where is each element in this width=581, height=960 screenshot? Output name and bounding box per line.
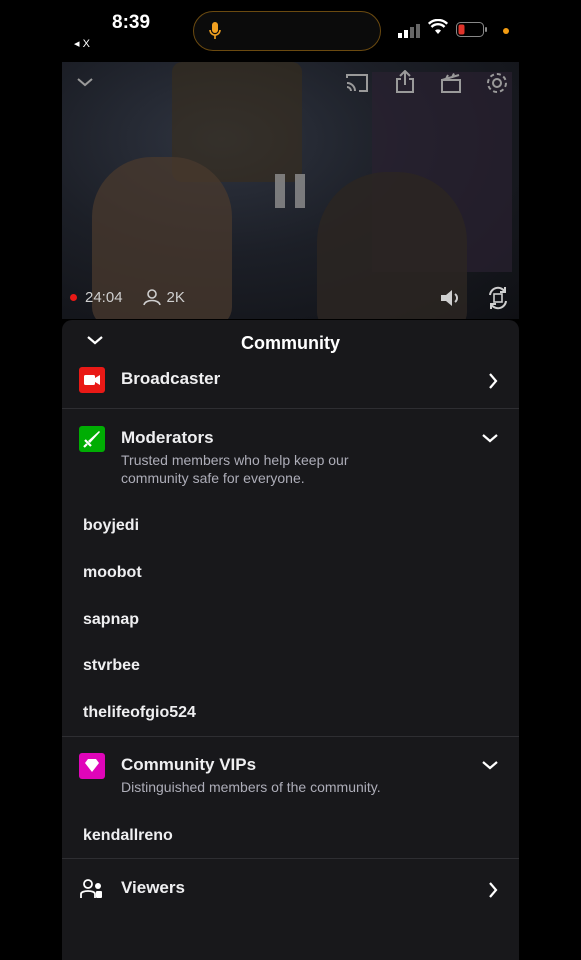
- divider: [62, 736, 519, 737]
- person-icon: [142, 289, 161, 306]
- live-time: 24:04: [85, 288, 123, 306]
- live-dot-icon: [70, 293, 77, 301]
- moderator-user[interactable]: boyjedi: [83, 517, 139, 535]
- cast-icon[interactable]: [345, 73, 369, 93]
- broadcaster-row[interactable]: Broadcaster: [62, 364, 519, 408]
- moderators-header[interactable]: Moderators Trusted members who help keep…: [62, 424, 519, 494]
- panel-title: Community: [241, 333, 340, 353]
- divider: [62, 408, 519, 409]
- settings-gear-icon[interactable]: [485, 71, 509, 95]
- chevron-right-icon[interactable]: [487, 881, 499, 899]
- viewer-count-value: 2K: [166, 288, 185, 306]
- microphone-icon: [209, 22, 221, 39]
- camera-icon: [79, 367, 105, 393]
- vips-header[interactable]: Community VIPs Distinguished members of …: [62, 751, 519, 801]
- status-bar: 8:39 ◂ X: [0, 0, 581, 62]
- chevron-down-icon[interactable]: [481, 432, 499, 444]
- moderators-description: Trusted members who help keep our commun…: [121, 451, 421, 487]
- moderator-user[interactable]: sapnap: [83, 611, 139, 629]
- sword-icon: [79, 426, 105, 452]
- people-icon: [80, 879, 102, 898]
- gem-icon: [79, 753, 105, 779]
- moderators-label: Moderators: [121, 428, 214, 447]
- wifi-icon: [428, 19, 448, 34]
- cellular-signal-icon: [398, 24, 420, 38]
- minimize-chevron-icon[interactable]: [76, 76, 94, 88]
- dynamic-island: [193, 11, 381, 51]
- community-panel: Community Broadcaster Moderators Trusted…: [62, 320, 519, 960]
- chevron-right-icon[interactable]: [487, 372, 499, 390]
- moderator-user[interactable]: moobot: [83, 564, 142, 582]
- viewer-count: 2K: [142, 288, 185, 306]
- divider: [62, 858, 519, 859]
- viewers-row[interactable]: Viewers: [62, 872, 519, 912]
- video-player[interactable]: 24:04 2K: [62, 62, 519, 319]
- chevron-down-icon[interactable]: [481, 759, 499, 771]
- viewers-label: Viewers: [121, 878, 185, 897]
- battery-icon: [456, 22, 487, 37]
- moderator-user[interactable]: stvrbee: [83, 657, 140, 675]
- vips-description: Distinguished members of the community.: [121, 779, 381, 795]
- vip-user[interactable]: kendallreno: [83, 827, 173, 845]
- back-to-app-link[interactable]: ◂ X: [74, 37, 90, 50]
- vips-label: Community VIPs: [121, 755, 257, 774]
- share-icon[interactable]: [395, 70, 415, 94]
- moderators-description-line: Trusted members who help keep our: [121, 452, 349, 468]
- broadcaster-label: Broadcaster: [121, 369, 221, 388]
- volume-icon[interactable]: [438, 287, 462, 309]
- moderator-user[interactable]: thelifeofgio524: [83, 704, 196, 722]
- clock: 8:39: [112, 12, 151, 33]
- moderators-description-line: community safe for everyone.: [121, 470, 305, 486]
- rotate-screen-icon[interactable]: [486, 285, 510, 311]
- pause-button[interactable]: [275, 174, 305, 208]
- panel-header: Community: [62, 320, 519, 366]
- clip-icon[interactable]: [440, 72, 462, 94]
- live-info: 24:04 2K: [70, 288, 185, 306]
- privacy-indicator: [503, 28, 509, 34]
